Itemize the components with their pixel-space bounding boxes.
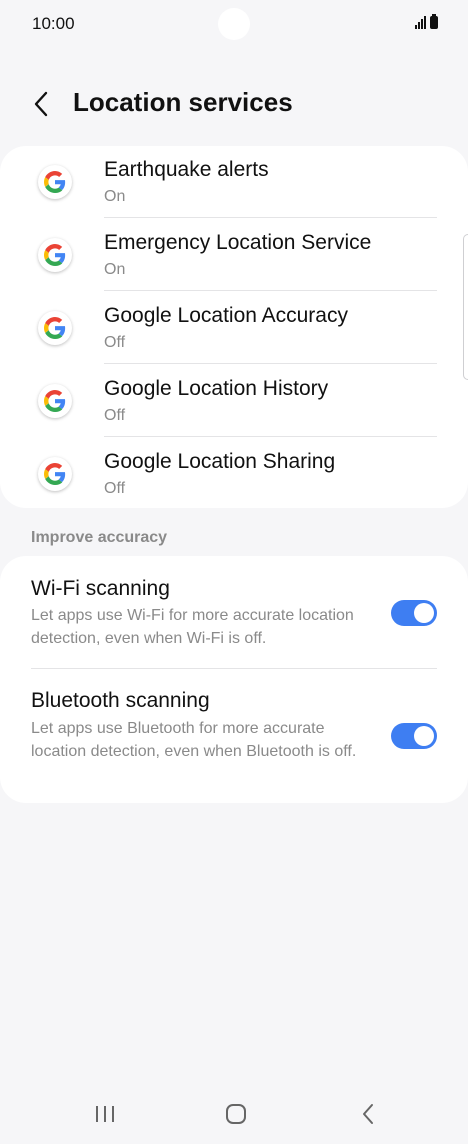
app-status: On xyxy=(104,188,126,205)
app-status: Off xyxy=(104,480,126,497)
bluetooth-scanning-toggle[interactable] xyxy=(391,723,437,749)
google-g-icon xyxy=(38,384,72,418)
back-icon xyxy=(363,1104,373,1124)
toggle-knob xyxy=(414,726,434,746)
toggle-knob xyxy=(414,603,434,623)
wifi-scanning-description: Let apps use Wi-Fi for more accurate loc… xyxy=(31,607,354,647)
app-title: Google Location Sharing xyxy=(104,450,336,473)
status-time: 10:00 xyxy=(32,14,75,33)
app-row-emergency-location-service[interactable]: Emergency Location Service On xyxy=(0,219,468,292)
app-header: Location services xyxy=(0,78,468,132)
app-title: Emergency Location Service xyxy=(104,231,372,254)
divider xyxy=(104,217,437,218)
app-status: Off xyxy=(104,334,126,351)
improve-accuracy-card: Wi-Fi scanning Let apps use Wi-Fi for mo… xyxy=(0,556,468,803)
recent-apps-icon xyxy=(96,1106,114,1122)
scroll-indicator[interactable] xyxy=(463,234,468,380)
navigation-bar xyxy=(0,1080,468,1144)
home-button[interactable] xyxy=(216,1100,256,1128)
bluetooth-scanning-title: Bluetooth scanning xyxy=(31,689,210,712)
wifi-scanning-row[interactable]: Wi-Fi scanning Let apps use Wi-Fi for mo… xyxy=(0,556,468,668)
app-row-google-location-history[interactable]: Google Location History Off xyxy=(0,365,468,438)
google-g-icon xyxy=(38,457,72,491)
wifi-scanning-title: Wi-Fi scanning xyxy=(31,577,170,600)
location-apps-card: Earthquake alerts On Emergency Location … xyxy=(0,146,468,508)
divider xyxy=(104,436,437,437)
divider xyxy=(104,290,437,291)
google-g-icon xyxy=(38,165,72,199)
app-row-earthquake-alerts[interactable]: Earthquake alerts On xyxy=(0,146,468,219)
divider xyxy=(104,363,437,364)
status-bar: 10:00 xyxy=(0,0,468,48)
signal-icon xyxy=(415,15,426,29)
recent-apps-button[interactable] xyxy=(85,1100,125,1128)
back-arrow-icon xyxy=(34,91,48,117)
bluetooth-scanning-row[interactable]: Bluetooth scanning Let apps use Bluetoot… xyxy=(0,669,468,803)
battery-icon xyxy=(430,14,438,29)
google-g-icon xyxy=(38,311,72,345)
wifi-scanning-toggle[interactable] xyxy=(391,600,437,626)
app-title: Earthquake alerts xyxy=(104,158,269,181)
app-title: Google Location Accuracy xyxy=(104,304,348,327)
home-icon xyxy=(226,1104,246,1124)
nav-back-button[interactable] xyxy=(348,1100,388,1128)
camera-cutout xyxy=(218,8,250,40)
google-g-icon xyxy=(38,238,72,272)
app-row-google-location-accuracy[interactable]: Google Location Accuracy Off xyxy=(0,292,468,365)
status-icons xyxy=(415,14,438,29)
section-label-improve-accuracy: Improve accuracy xyxy=(31,529,168,546)
app-row-google-location-sharing[interactable]: Google Location Sharing Off xyxy=(0,438,468,511)
app-status: Off xyxy=(104,407,126,424)
bluetooth-scanning-description: Let apps use Bluetooth for more accurate… xyxy=(31,720,357,760)
back-button[interactable] xyxy=(26,86,56,122)
page-title: Location services xyxy=(73,87,293,117)
app-status: On xyxy=(104,261,126,278)
app-title: Google Location History xyxy=(104,377,329,400)
